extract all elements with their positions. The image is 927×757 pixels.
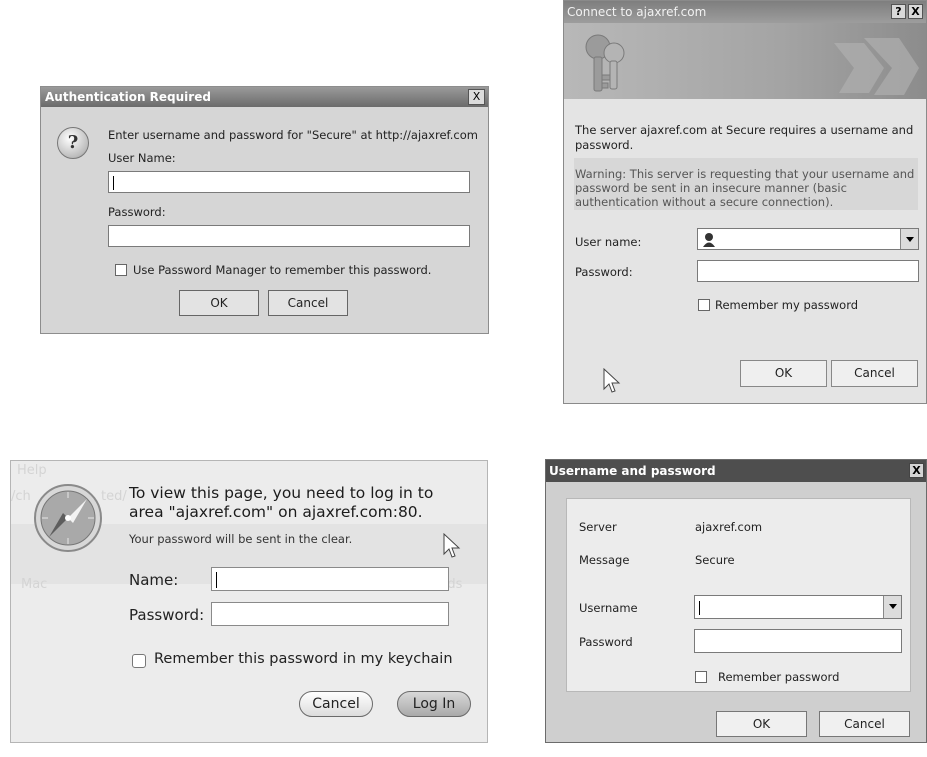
remember-checkbox[interactable] [695,671,707,683]
username-label: Username [579,601,638,615]
keychain-label: Remember this password in my keychain [154,651,453,667]
password-label: Password: [108,205,166,219]
background-text: /ch [11,489,31,504]
text-caret [113,176,114,190]
close-icon[interactable]: X [908,4,923,19]
password-field[interactable] [694,629,902,653]
user-icon [703,233,715,247]
background-text: Mac [21,577,48,592]
cancel-button[interactable]: Cancel [299,691,373,717]
auth-message: Enter username and password for "Secure"… [108,128,478,142]
dialog-banner [564,23,926,99]
password-field[interactable] [211,602,449,626]
name-label: Name: [129,571,179,589]
cursor-icon [443,533,461,558]
clear-text-note: Your password will be sent in the clear. [129,532,353,546]
ok-button[interactable]: OK [179,290,259,316]
dialog-title: Authentication Required [45,90,211,104]
firefox-auth-dialog: Authentication Required X ? Enter userna… [40,86,489,334]
close-icon[interactable]: X [909,463,924,478]
server-label: Server [579,520,617,534]
server-message: The server ajaxref.com at Secure require… [575,123,914,152]
password-label: Password: [575,265,633,279]
text-caret [216,572,217,588]
text-caret [699,601,700,615]
password-field[interactable] [108,225,470,247]
dialog-titlebar: Connect to ajaxref.com ? X [564,1,926,23]
ok-button[interactable]: OK [716,711,807,737]
chevron-down-icon[interactable] [900,229,918,249]
login-button[interactable]: Log In [397,691,471,717]
close-icon[interactable]: X [468,89,485,105]
password-field[interactable] [697,260,919,282]
username-field[interactable] [108,171,470,193]
safari-login-sheet: Help /ch ted/ Mac iPhone Downloads To vi… [10,460,488,743]
username-label: User Name: [108,151,176,165]
remember-label: Use Password Manager to remember this pa… [133,263,432,277]
background-text: Help [17,463,47,478]
password-label: Password [579,635,633,649]
ok-button[interactable]: OK [740,360,827,387]
cancel-button[interactable]: Cancel [268,290,348,316]
remember-checkbox[interactable] [115,264,127,276]
username-label: User name: [575,235,642,249]
message-label: Message [579,553,630,567]
dialog-title: Username and password [549,464,716,478]
login-message: To view this page, you need to log in to… [129,484,434,521]
server-value: ajaxref.com [695,520,763,534]
cursor-icon [603,368,621,393]
cancel-button[interactable]: Cancel [819,711,910,737]
insecure-warning: Warning: This server is requesting that … [575,167,915,209]
cancel-button[interactable]: Cancel [831,360,918,387]
keychain-checkbox[interactable] [132,654,146,668]
credentials-panel: Server ajaxref.com Message Secure Userna… [566,498,911,692]
dialog-titlebar: Username and password X [546,460,926,482]
help-icon[interactable]: ? [891,4,906,19]
question-icon: ? [57,127,89,159]
dialog-title: Connect to ajaxref.com [567,5,707,19]
chevron-down-icon[interactable] [883,596,901,618]
name-field[interactable] [211,567,449,591]
dialog-titlebar: Authentication Required X [41,87,488,107]
ie-connect-dialog: Connect to ajaxref.com ? X The server aj… [563,0,927,404]
opera-auth-dialog: Username and password X Server ajaxref.c… [545,459,927,743]
keys-icon [585,34,919,95]
username-dropdown[interactable] [697,228,919,250]
password-label: Password: [129,606,205,624]
background-text: ted/ [101,489,127,504]
remember-label: Remember password [718,670,840,684]
remember-label: Remember my password [715,298,859,312]
username-dropdown[interactable] [694,595,902,619]
compass-icon [34,484,102,552]
remember-checkbox[interactable] [698,299,710,311]
message-value: Secure [695,553,735,567]
